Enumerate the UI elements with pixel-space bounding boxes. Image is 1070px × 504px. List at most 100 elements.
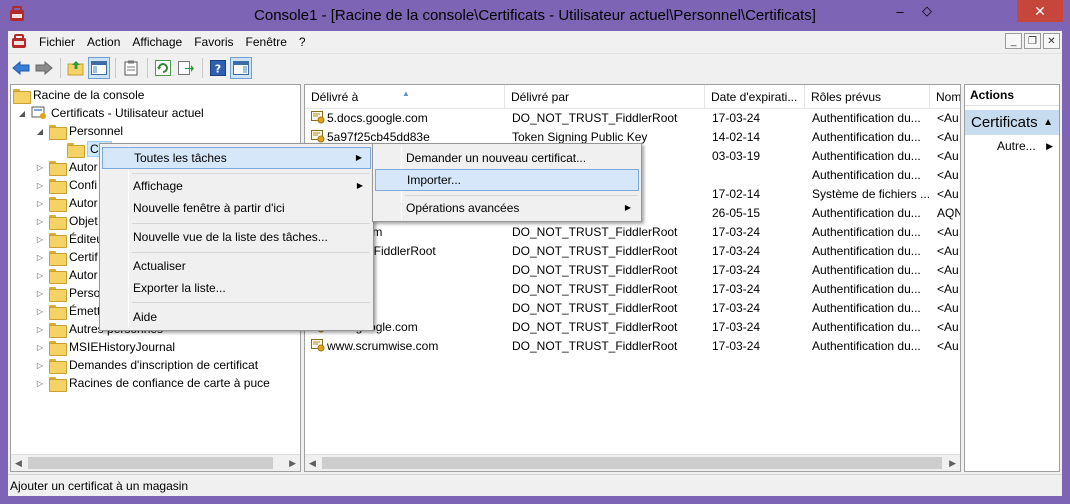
menu-item-view[interactable]: Affichage ▶ <box>102 175 371 197</box>
table-row[interactable]: oogle.comDO_NOT_TRUST_FiddlerRoot17-03-2… <box>305 223 960 242</box>
maximize-button[interactable]: ◇ <box>914 0 940 22</box>
column-label: Délivré par <box>511 90 570 104</box>
folder-icon <box>13 88 31 104</box>
expand-triangle-icon[interactable]: ▷ <box>35 306 45 316</box>
table-row[interactable]: 5.docs.google.com DO_NOT_TRUST_FiddlerRoo… <box>305 109 960 128</box>
cell-roles: Authentification du... <box>812 206 921 220</box>
menu-item-all-tasks[interactable]: Toutes les tâches ▶ <box>102 147 371 169</box>
folder-icon <box>49 304 67 320</box>
forward-arrow-icon[interactable] <box>33 57 55 79</box>
show-tree-icon[interactable] <box>88 56 110 79</box>
tree-item-certificates-store[interactable]: ◢ Certificats - Utilisateur actuel <box>17 104 204 122</box>
expand-triangle-icon[interactable]: ▷ <box>35 180 45 190</box>
table-row[interactable]: www.scrumwise.com DO_NOT_TRUST_FiddlerRoo… <box>305 337 960 356</box>
list-horizontal-scrollbar[interactable]: ◀ ▶ <box>305 454 960 471</box>
expand-triangle-icon[interactable]: ▷ <box>35 270 45 280</box>
menu-help[interactable]: ? <box>293 31 312 53</box>
scroll-right-arrow-icon[interactable]: ▶ <box>289 458 296 469</box>
scroll-right-arrow-icon[interactable]: ▶ <box>949 458 956 469</box>
column-friendly-name[interactable]: Nom <box>930 85 960 109</box>
expand-triangle-icon[interactable]: ▷ <box>35 252 45 262</box>
up-folder-icon[interactable] <box>65 57 87 79</box>
expand-triangle-icon[interactable]: ▷ <box>35 234 45 244</box>
tree-item-label: Personnel <box>69 124 124 138</box>
tree-item[interactable]: ▷ Autor <box>35 266 98 284</box>
menu-item-help[interactable]: Aide <box>102 306 371 328</box>
column-issued-by[interactable]: Délivré par <box>505 85 705 109</box>
menu-item-request-certificate[interactable]: Demander un nouveau certificat... <box>375 147 639 169</box>
tree-item[interactable]: ▷ MSIEHistoryJournal <box>35 338 175 356</box>
collapse-triangle-icon[interactable]: ◢ <box>35 126 45 136</box>
menu-item-export-list[interactable]: Exporter la liste... <box>102 277 371 299</box>
column-intended-roles[interactable]: Rôles prévus <box>805 85 930 109</box>
menu-item-import[interactable]: Importer... <box>375 169 639 191</box>
tree-item-root[interactable]: Racine de la console <box>13 86 144 104</box>
tree-item[interactable]: ▷ Confi <box>35 176 97 194</box>
tree-item[interactable]: ▷ Demandes d'inscription de certificat <box>35 356 258 374</box>
tree-item[interactable]: ▷ Certif <box>35 248 98 266</box>
clipboard-icon[interactable] <box>120 57 142 79</box>
tree-horizontal-scrollbar[interactable]: ◀ ▶ <box>11 454 300 471</box>
close-button[interactable]: ✕ <box>1017 0 1063 22</box>
scroll-left-arrow-icon[interactable]: ◀ <box>15 458 22 469</box>
expand-triangle-icon[interactable]: ▷ <box>35 360 45 370</box>
expand-triangle-icon[interactable]: ▷ <box>35 288 45 298</box>
tree-item[interactable]: ▷ Émett <box>35 302 100 320</box>
show-action-pane-icon[interactable] <box>230 56 252 79</box>
column-issued-to[interactable]: Délivré à ▲ <box>305 85 505 109</box>
minimize-button[interactable]: – <box>887 0 913 22</box>
actions-more[interactable]: Autre... ▶ <box>965 135 1059 157</box>
cell-friendly-name: <Au <box>937 339 959 353</box>
collapse-up-icon[interactable]: ▲ <box>1043 110 1053 135</box>
cell-expiration: 17-03-24 <box>712 225 761 239</box>
table-row[interactable]: www.google.comDO_NOT_TRUST_FiddlerRoot17… <box>305 318 960 337</box>
menu-fenetre[interactable]: Fenêtre <box>240 31 293 53</box>
title-bar[interactable]: Console1 - [Racine de la console\Certifi… <box>0 0 1070 31</box>
mdi-restore-button[interactable]: ❐ <box>1024 33 1041 49</box>
scroll-thumb[interactable] <box>28 457 273 469</box>
expand-triangle-icon[interactable]: ▷ <box>35 162 45 172</box>
menu-fichier[interactable]: Fichier <box>33 31 81 53</box>
tree-item-personnel[interactable]: ◢ Personnel <box>35 122 123 140</box>
help-icon[interactable]: ? <box>207 57 229 79</box>
menu-item-advanced-operations[interactable]: Opérations avancées ▶ <box>375 197 639 219</box>
tree-item[interactable]: ▷ Perso <box>35 284 100 302</box>
expand-triangle-icon[interactable]: ▷ <box>35 198 45 208</box>
tree-item[interactable]: ▷ Autor <box>35 194 98 212</box>
expand-triangle-icon[interactable]: ▷ <box>35 342 45 352</box>
table-row[interactable]: comDO_NOT_TRUST_FiddlerRoot17-03-24Authe… <box>305 299 960 318</box>
tree-item[interactable]: ▷ Éditeu <box>35 230 103 248</box>
refresh-icon[interactable] <box>152 57 174 79</box>
cell-expiration: 14-02-14 <box>712 130 761 144</box>
table-row[interactable]: le.comDO_NOT_TRUST_FiddlerRoot17-03-24Au… <box>305 261 960 280</box>
menu-affichage[interactable]: Affichage <box>126 31 188 53</box>
column-expiration[interactable]: Date d'expirati... <box>705 85 805 109</box>
menu-action[interactable]: Action <box>81 31 126 53</box>
collapse-triangle-icon[interactable]: ◢ <box>17 108 27 118</box>
tree-item-label: Autor <box>69 268 98 282</box>
table-row[interactable]: le.comDO_NOT_TRUST_FiddlerRoot17-03-24Au… <box>305 280 960 299</box>
menu-item-new-taskpad[interactable]: Nouvelle vue de la liste des tâches... <box>102 226 371 248</box>
tree-item[interactable]: ▷ Racines de confiance de carte à puce <box>35 374 270 392</box>
menu-favoris[interactable]: Favoris <box>188 31 239 53</box>
expand-triangle-icon[interactable]: ▷ <box>35 378 45 388</box>
export-list-icon[interactable] <box>175 57 197 79</box>
cell-issued-by: DO_NOT_TRUST_FiddlerRoot <box>512 244 678 258</box>
mdi-minimize-button[interactable]: _ <box>1005 33 1022 49</box>
expand-triangle-icon[interactable]: ▷ <box>35 216 45 226</box>
mdi-close-button[interactable]: ✕ <box>1043 33 1060 49</box>
menu-item-new-window[interactable]: Nouvelle fenêtre à partir d'ici <box>102 197 371 219</box>
scroll-thumb[interactable] <box>322 457 942 469</box>
menu-item-refresh[interactable]: Actualiser <box>102 255 371 277</box>
actions-section-certificats[interactable]: Certificats ▲ <box>965 110 1059 135</box>
back-arrow-icon[interactable] <box>10 57 32 79</box>
cell-text: 5a97f25cb45dd83e <box>327 130 430 144</box>
expand-triangle-icon[interactable]: ▷ <box>35 324 45 334</box>
table-row[interactable]: TRUST_FiddlerRoot DO_NOT_TRUST_FiddlerRoo… <box>305 242 960 261</box>
scroll-left-arrow-icon[interactable]: ◀ <box>309 458 316 469</box>
tree-item[interactable]: ▷ Objet <box>35 212 98 230</box>
console-icon[interactable] <box>10 33 28 51</box>
cell-friendly-name: <Au <box>937 263 959 277</box>
cell-expiration: 17-03-24 <box>712 339 761 353</box>
tree-item[interactable]: ▷ Autor <box>35 158 98 176</box>
